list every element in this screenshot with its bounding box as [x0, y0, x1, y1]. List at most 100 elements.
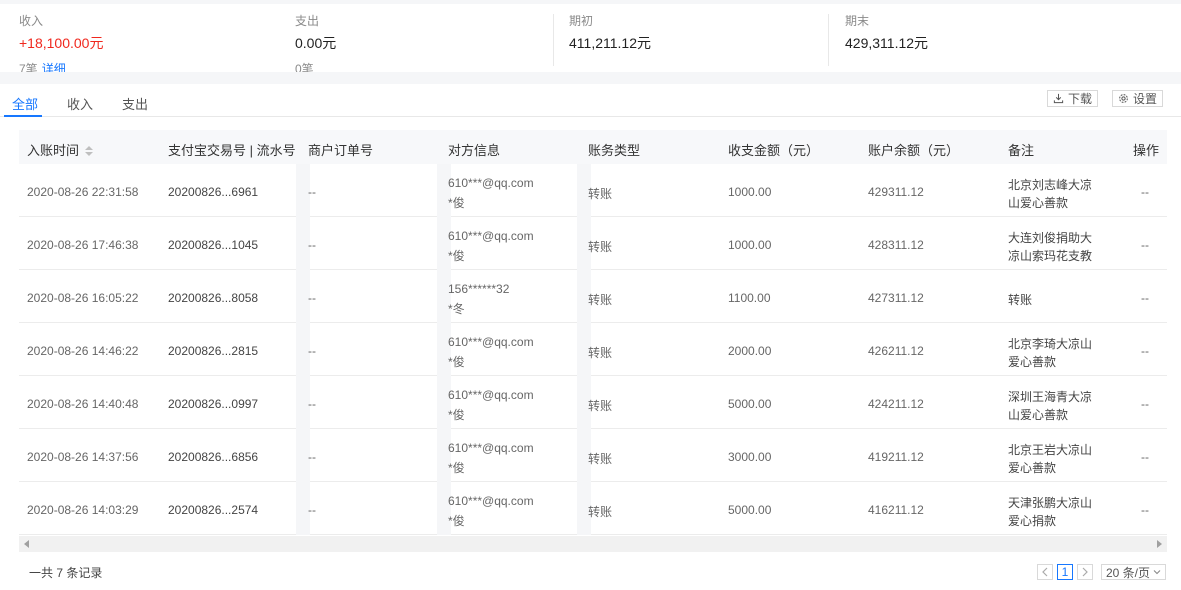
table-row: 2020-08-26 22:31:58 20200826...6961 -- 610*…	[19, 164, 1167, 217]
tab-all[interactable]: 全部	[12, 94, 38, 113]
cell-party-account: 156******32	[448, 282, 510, 296]
cell-trade-no: 20200826...0997	[168, 397, 259, 411]
horizontal-scrollbar[interactable]	[19, 536, 1167, 552]
income-label: 收入	[19, 14, 44, 28]
cell-remark-line1: 北京王岩大凉山	[1008, 443, 1093, 457]
cell-type: 转账	[588, 293, 613, 307]
closing-label: 期末	[845, 14, 870, 28]
bill-page: 收入 +18,100.00元 7笔 详细 支出 0.00元 0笔 期初 411,2…	[0, 0, 1181, 590]
cell-time: 2020-08-26 14:40:48	[27, 397, 139, 411]
tab-expense[interactable]: 支出	[122, 94, 148, 113]
cell-remark-line1: 转账	[1008, 293, 1033, 307]
chevron-down-icon	[1153, 570, 1161, 575]
cell-party-account: 610***@qq.com	[448, 229, 534, 243]
expense-count: 0笔	[295, 62, 314, 72]
cell-trade-no: 20200826...6856	[168, 450, 259, 464]
cell-order-no: --	[308, 238, 316, 252]
col-type: 账务类型	[588, 143, 641, 158]
summary-closing: 期末 429,311.12元	[845, 4, 1085, 72]
summary-income: 收入 +18,100.00元 7笔 详细	[19, 4, 279, 72]
cell-remark-line2: 凉山索玛花支教	[1008, 249, 1093, 263]
tab-income[interactable]: 收入	[67, 94, 93, 113]
cell-time: 2020-08-26 14:03:29	[27, 503, 139, 517]
col-party: 对方信息	[448, 143, 501, 158]
cell-trade-no: 20200826...2574	[168, 503, 259, 517]
chevron-right-icon	[1082, 567, 1088, 577]
summary-divider	[553, 14, 554, 66]
cell-trade-no: 20200826...6961	[168, 185, 259, 199]
cell-party-account: 610***@qq.com	[448, 335, 534, 349]
cell-action: --	[1141, 450, 1149, 464]
cell-type: 转账	[588, 187, 613, 201]
download-button[interactable]: 下载	[1047, 90, 1099, 107]
cell-party-name: *俊	[448, 249, 465, 263]
cell-order-no: --	[308, 503, 316, 517]
filter-tabs: 全部 收入 支出 下载 设置	[0, 84, 1181, 117]
cell-order-no: --	[308, 185, 316, 199]
summary-expense: 支出 0.00元 0笔	[295, 4, 535, 72]
cell-balance: 416211.12	[868, 503, 924, 517]
cell-balance: 419211.12	[868, 450, 924, 464]
cell-amount: 1100.00	[728, 291, 771, 305]
cell-amount: 3000.00	[728, 450, 772, 464]
income-count: 7笔	[19, 62, 38, 72]
cell-action: --	[1141, 397, 1149, 411]
chevron-left-icon	[1042, 567, 1048, 577]
col-time[interactable]: 入账时间	[27, 140, 94, 159]
cell-action: --	[1141, 344, 1149, 358]
cell-action: --	[1141, 238, 1149, 252]
cell-trade-no: 20200826...2815	[168, 344, 259, 358]
cell-action: --	[1141, 291, 1149, 305]
cell-order-no: --	[308, 397, 316, 411]
summary-divider	[828, 14, 829, 66]
download-label: 下载	[1068, 92, 1093, 106]
tab-active-indicator	[4, 115, 42, 117]
table-row: 2020-08-26 14:46:22 20200826...2815 -- 610*…	[19, 323, 1167, 376]
scroll-right-icon[interactable]	[1157, 540, 1162, 548]
cell-trade-no: 20200826...1045	[168, 238, 259, 252]
cell-party-account: 610***@qq.com	[448, 388, 534, 402]
income-value: +18,100.00元	[19, 35, 104, 51]
cell-balance: 429311.12	[868, 185, 924, 199]
cell-time: 2020-08-26 14:46:22	[27, 344, 139, 358]
next-page-button[interactable]	[1077, 564, 1093, 580]
cell-party-account: 610***@qq.com	[448, 494, 534, 508]
table-row: 2020-08-26 14:40:48 20200826...0997 -- 610*…	[19, 376, 1167, 429]
cell-type: 转账	[588, 399, 613, 413]
table-row: 2020-08-26 14:37:56 20200826...6856 -- 610*…	[19, 429, 1167, 482]
cell-party-account: 610***@qq.com	[448, 176, 534, 190]
cell-party-name: *俊	[448, 408, 465, 422]
download-icon	[1053, 93, 1064, 104]
cell-remark-line2: 爱心善款	[1008, 355, 1057, 369]
cell-time: 2020-08-26 17:46:38	[27, 238, 139, 252]
page-size-select[interactable]: 20 条/页	[1101, 564, 1167, 580]
cell-remark-line2: 爱心善款	[1008, 461, 1057, 475]
cell-remark-line2: 爱心捐款	[1008, 514, 1057, 528]
income-detail-link[interactable]: 详细	[42, 62, 66, 72]
summary-opening: 期初 411,211.12元	[569, 4, 809, 72]
gear-icon	[1119, 94, 1128, 103]
table-row: 2020-08-26 14:03:29 20200826...2574 -- 610*…	[19, 482, 1167, 535]
cell-party-account: 610***@qq.com	[448, 441, 534, 455]
col-action: 操作	[1133, 143, 1160, 158]
opening-label: 期初	[569, 14, 594, 28]
cell-type: 转账	[588, 240, 613, 254]
cell-type: 转账	[588, 452, 613, 466]
cell-remark-line1: 天津张鹏大凉山	[1008, 496, 1093, 510]
cell-party-name: *冬	[448, 302, 465, 316]
summary-panel: 收入 +18,100.00元 7笔 详细 支出 0.00元 0笔 期初 411,2…	[0, 4, 1181, 72]
expense-label: 支出	[295, 14, 320, 28]
cell-party-name: *俊	[448, 355, 465, 369]
prev-page-button[interactable]	[1037, 564, 1053, 580]
page-1-button[interactable]: 1	[1057, 564, 1073, 580]
settings-button[interactable]: 设置	[1112, 90, 1164, 107]
cell-amount: 5000.00	[728, 397, 772, 411]
cell-time: 2020-08-26 16:05:22	[27, 291, 139, 305]
table-row: 2020-08-26 16:05:22 20200826...8058 -- 156*…	[19, 270, 1167, 323]
col-order-no: 商户订单号	[308, 143, 374, 158]
cell-party-name: *俊	[448, 196, 465, 210]
scroll-left-icon[interactable]	[24, 540, 29, 548]
cell-party-name: *俊	[448, 461, 465, 475]
sort-icon[interactable]	[85, 146, 94, 157]
cell-action: --	[1141, 185, 1149, 199]
